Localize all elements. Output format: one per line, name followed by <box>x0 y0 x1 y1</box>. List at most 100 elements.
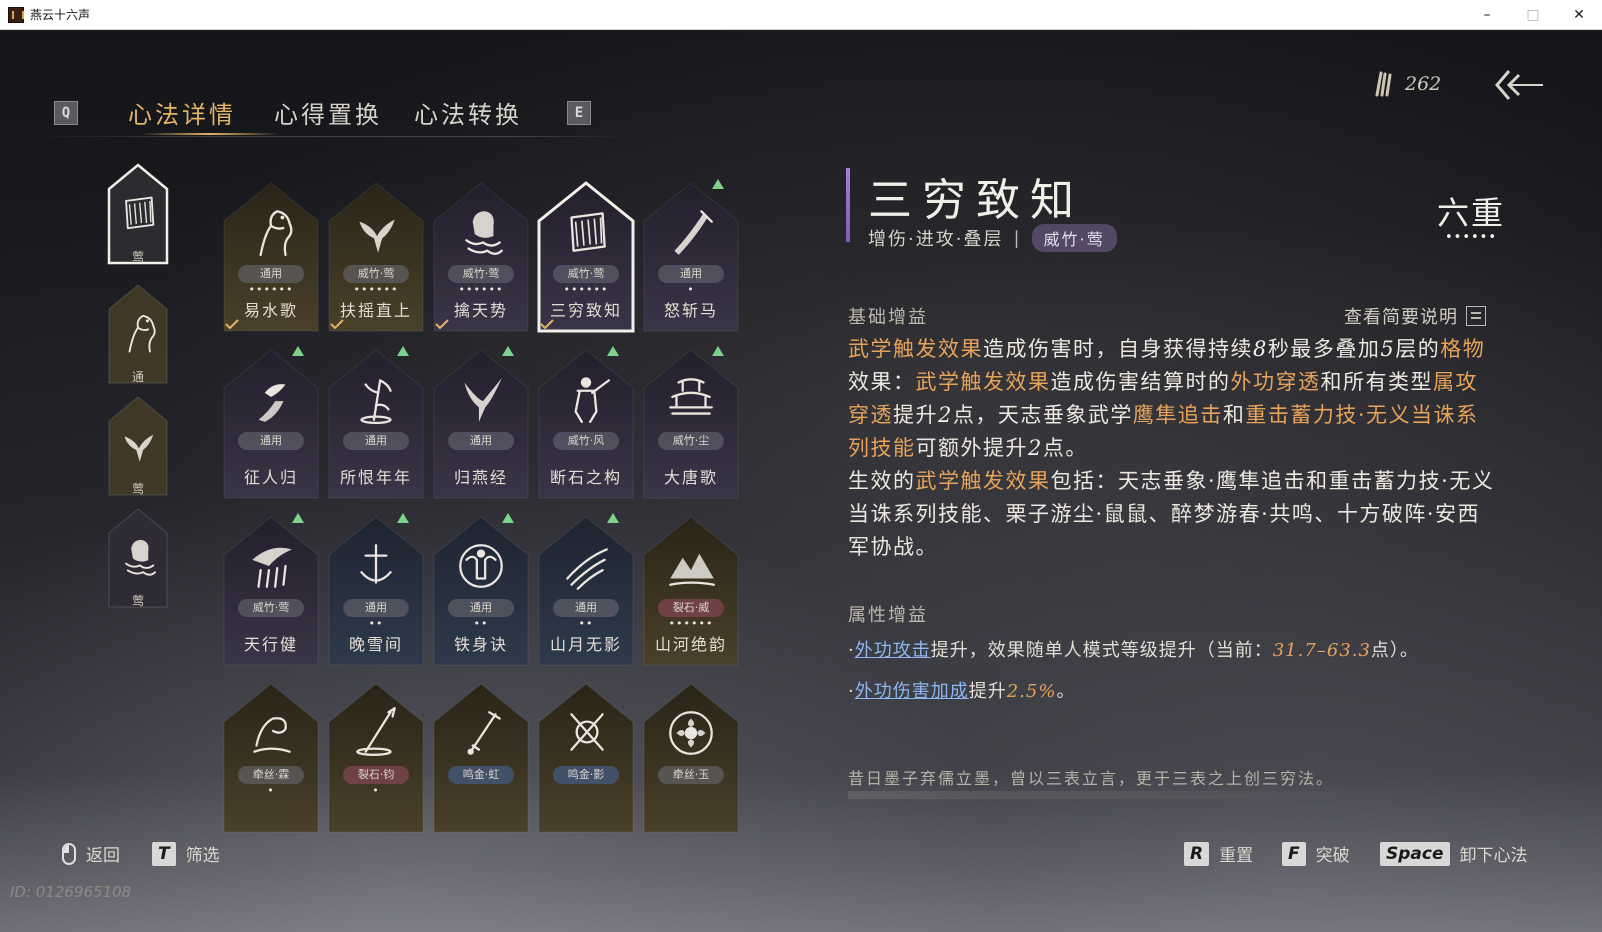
card-pips: •••••• <box>668 617 714 630</box>
hint-back[interactable]: 返回 <box>62 841 120 866</box>
method-card[interactable]: 裂石·威 •••••• 山河绝韵 <box>642 515 740 667</box>
effect-text: 秒最多叠加 <box>1267 337 1381 361</box>
effect-text: 和 <box>1222 403 1246 427</box>
mouse-right-icon <box>62 842 76 865</box>
view-summary-label: 查看简要说明 <box>1344 307 1458 328</box>
method-card[interactable]: 鸣金·虹 <box>432 682 530 834</box>
hint-unequip-label: 卸下心法 <box>1459 846 1528 866</box>
prev-tab-key[interactable]: Q <box>54 101 78 125</box>
scroll-icon <box>125 196 155 230</box>
method-card[interactable]: 通用 所恨年年 <box>327 346 425 500</box>
attr1-bullet: · <box>848 640 855 661</box>
card-pips: • <box>372 784 380 797</box>
upgrade-arrow-icon <box>502 346 514 356</box>
subtitle-separator: | <box>1013 227 1022 249</box>
attr2-suffix: 。 <box>1056 681 1076 702</box>
card-name: 晚雪间 <box>348 635 403 654</box>
minimize-button[interactable]: – <box>1464 0 1510 30</box>
rank-display: 六重 •••••• <box>1431 188 1511 245</box>
slash-icon <box>566 548 608 590</box>
bamboo-icon <box>360 379 392 425</box>
tab-method-details[interactable]: 心法详情 <box>128 95 236 130</box>
card-tag: 威竹·莺 <box>553 265 619 283</box>
reset-key: R <box>1184 841 1210 866</box>
method-card[interactable]: 通用 •• 晚雪间 <box>327 513 425 667</box>
chained-fist-icon <box>125 539 156 576</box>
method-card[interactable]: 通用 征人归 <box>222 346 320 500</box>
tab-method-convert[interactable]: 心法转换 <box>414 95 522 130</box>
tab-insight-swap[interactable]: 心得置换 <box>274 95 382 130</box>
effect-keyword: 武学触发效果 <box>915 370 1051 394</box>
maximize-button[interactable]: □ <box>1510 0 1556 30</box>
method-card[interactable]: 牵丝·玉 <box>642 682 740 834</box>
attr2-mid: 提升 <box>968 681 1007 702</box>
card-tag: 通用 <box>553 599 619 617</box>
hint-reset[interactable]: R 重置 <box>1184 841 1253 866</box>
attr2-link[interactable]: 外功伤害加成 <box>855 681 969 702</box>
slot-tag: 莺 <box>131 482 144 496</box>
method-card[interactable]: 通用 •• 山月无影 <box>537 513 635 667</box>
card-tag: 裂石·威 <box>658 599 724 617</box>
card-pips: •• <box>473 617 489 630</box>
method-card[interactable]: 威竹·莺 •••••• 擒天势 <box>432 181 530 333</box>
lore-fade <box>848 791 1408 799</box>
upgrade-arrow-icon <box>607 346 619 356</box>
method-card[interactable]: 通用 • 怒斩马 <box>642 179 740 333</box>
hint-back-label: 返回 <box>86 846 120 866</box>
method-card[interactable]: 威竹·尘 大唐歌 <box>642 346 740 500</box>
flower-icon <box>669 711 713 755</box>
card-name: 断石之构 <box>549 468 622 487</box>
effect-number: 8 <box>1253 337 1268 361</box>
card-pips: •••••• <box>353 283 399 296</box>
card-tag: 通用 <box>238 265 304 283</box>
method-card[interactable]: 威竹·莺 天行健 <box>222 513 320 667</box>
close-button[interactable]: ✕ <box>1556 0 1602 30</box>
card-tag: 威竹·莺 <box>448 265 514 283</box>
effect-number: 2 <box>938 403 953 427</box>
card-tag: 裂石·钧 <box>343 766 409 784</box>
window-title: 燕云十六声 <box>30 8 91 22</box>
upgrade-arrow-icon <box>712 346 724 356</box>
mountain-icon <box>669 553 715 586</box>
card-pips: • <box>687 283 695 296</box>
warrior-icon <box>574 377 610 423</box>
card-name: 怒斩马 <box>663 301 718 320</box>
method-card[interactable]: 威竹·莺 •••••• 三穷致知 <box>537 181 635 333</box>
card-name: 擒天势 <box>453 301 508 320</box>
hint-breakthrough[interactable]: F 突破 <box>1282 841 1350 866</box>
method-card[interactable]: 牵丝·霖 • <box>222 682 320 834</box>
upgrade-arrow-icon <box>712 179 724 189</box>
swallow-icon <box>464 378 502 422</box>
attr1-link[interactable]: 外功攻击 <box>855 640 931 661</box>
method-card[interactable]: 通用 •••••• 易水歌 <box>222 181 320 333</box>
method-card[interactable]: 鸣金·影 <box>537 682 635 834</box>
currency-value: 262 <box>1405 73 1442 95</box>
view-summary-link[interactable]: 查看简要说明 <box>1344 303 1486 329</box>
equipped-slot[interactable]: 莺 <box>107 395 169 499</box>
method-card[interactable]: 威竹·风 断石之构 <box>537 346 635 500</box>
tab-divider <box>30 136 630 137</box>
effect-description: 武学触发效果造成伤害时，自身获得持续8秒最多叠加5层的格物效果：武学触发效果造成… <box>848 333 1498 564</box>
effect-number: 5 <box>1380 337 1396 361</box>
hint-unequip[interactable]: Space 卸下心法 <box>1380 841 1528 866</box>
upgrade-arrow-icon <box>502 513 514 523</box>
currency-display: 262 <box>1373 71 1441 97</box>
school-chip: 威竹·莺 <box>1031 224 1117 252</box>
method-card[interactable]: 威竹·莺 •••••• 扶摇直上 <box>327 181 425 333</box>
method-card[interactable]: 裂石·钧 • <box>327 682 425 834</box>
method-card[interactable]: 通用 •• 铁身诀 <box>432 513 530 667</box>
card-tag: 威竹·莺 <box>343 265 409 283</box>
attr-line-2: ·外功伤害加成提升2.5%。 <box>848 677 1075 703</box>
player-id: ID: 0126965108 <box>10 883 132 901</box>
next-tab-key[interactable]: E <box>567 101 591 125</box>
back-arrow-icon[interactable] <box>1495 67 1545 103</box>
card-tag: 威竹·尘 <box>658 432 724 450</box>
equipped-slot[interactable]: 莺 <box>107 507 169 611</box>
equipped-slot[interactable]: 通 <box>107 283 169 387</box>
method-card[interactable]: 通用 归燕经 <box>432 346 530 500</box>
card-tag: 牵丝·玉 <box>658 766 724 784</box>
attr2-bullet: · <box>848 681 855 702</box>
hint-filter[interactable]: T 筛选 <box>152 841 220 866</box>
strongman-icon <box>459 544 503 588</box>
equipped-slot[interactable]: 莺 <box>107 163 169 267</box>
